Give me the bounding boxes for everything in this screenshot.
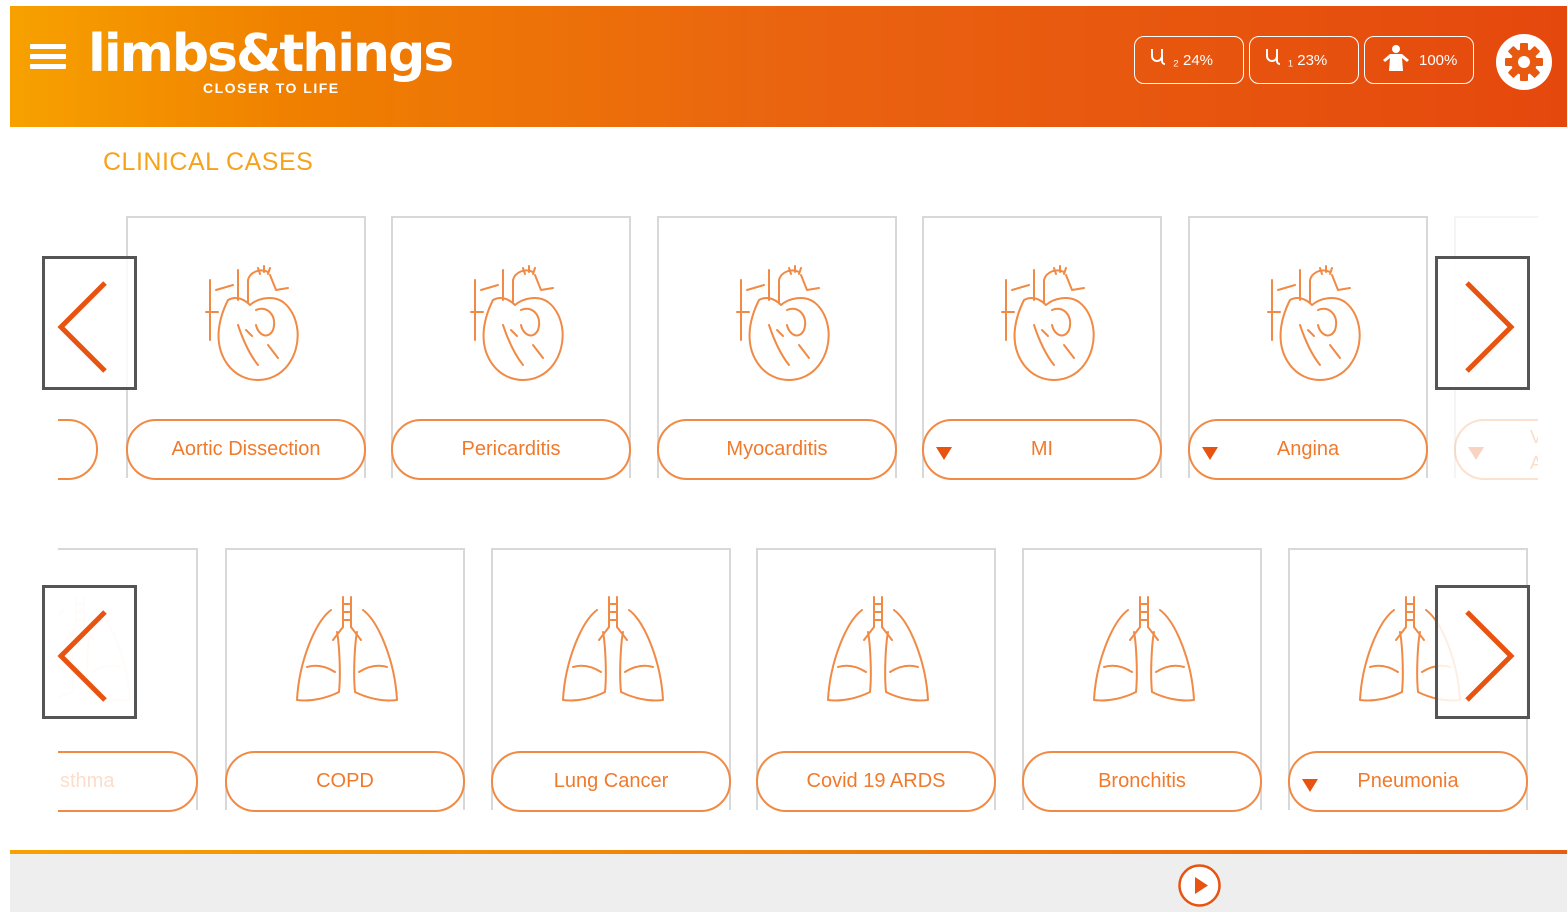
row1-prev-button[interactable] xyxy=(42,256,137,390)
row1-next-button[interactable] xyxy=(1435,256,1530,390)
lungs-icon xyxy=(287,592,407,722)
chevron-right-icon xyxy=(1465,281,1515,373)
play-icon[interactable] xyxy=(1177,863,1222,908)
respiratory-cases-carousel: sthma COPD Lung Cancer Covid 19 ARDS Bro… xyxy=(58,540,1538,830)
case-button-lung-cancer[interactable]: Lung Cancer xyxy=(491,751,731,812)
expand-triangle-icon xyxy=(1202,447,1218,460)
row2-prev-button[interactable] xyxy=(42,585,137,719)
case-button-partial-left[interactable]: sthma xyxy=(58,751,198,812)
heart-icon xyxy=(719,260,839,390)
app-header: limbs&things CLOSER TO LIFE ₂ 24% ₁ 23% … xyxy=(10,6,1567,127)
case-button-angina[interactable]: Angina xyxy=(1188,419,1428,480)
section-title: CLINICAL CASES xyxy=(103,148,314,176)
expand-triangle-icon xyxy=(1302,779,1318,792)
case-label-partial-left: sthma xyxy=(60,770,115,792)
chevron-left-icon xyxy=(57,610,107,702)
partial-case-left[interactable] xyxy=(58,419,98,480)
case-button-bronchitis[interactable]: Bronchitis xyxy=(1022,751,1262,812)
logo-tagline: CLOSER TO LIFE xyxy=(203,80,340,96)
stethoscope-2-status[interactable]: ₂ 24% xyxy=(1134,36,1244,84)
case-button-myocarditis[interactable]: Myocarditis xyxy=(657,419,897,480)
lungs-icon xyxy=(553,592,673,722)
patient-status[interactable]: 100% xyxy=(1364,36,1474,84)
stethoscope-1-status[interactable]: ₁ 23% xyxy=(1249,36,1359,84)
hamburger-menu-icon[interactable] xyxy=(30,44,66,74)
heart-icon xyxy=(453,260,573,390)
expand-triangle-icon xyxy=(1468,447,1484,460)
stethoscope-icon xyxy=(1149,47,1167,74)
stethoscope-1-value: ₁ 23% xyxy=(1288,51,1328,69)
case-button-aortic-dissection[interactable]: Aortic Dissection xyxy=(126,419,366,480)
chevron-left-icon xyxy=(57,281,107,373)
logo-main-text: limbs&things xyxy=(88,24,454,84)
heart-icon xyxy=(188,260,308,390)
patient-value: 100% xyxy=(1419,51,1458,69)
heart-icon xyxy=(984,260,1104,390)
case-button-covid-19-ards[interactable]: Covid 19 ARDS xyxy=(756,751,996,812)
body-icon xyxy=(1379,44,1413,77)
lungs-icon xyxy=(818,592,938,722)
settings-gear-icon[interactable] xyxy=(1494,32,1554,92)
case-button-pneumonia[interactable]: Pneumonia xyxy=(1288,751,1528,812)
case-button-mi[interactable]: MI xyxy=(922,419,1162,480)
case-label-partial-right: V A xyxy=(1529,426,1538,473)
case-button-partial-right[interactable]: V A xyxy=(1454,419,1538,480)
case-label-pneumonia: Pneumonia xyxy=(1357,770,1459,792)
heart-icon xyxy=(1250,260,1370,390)
stethoscope-2-value: ₂ 24% xyxy=(1173,51,1214,69)
case-label-mi: MI xyxy=(1030,438,1054,460)
cardiac-cases-carousel: Aortic Dissection Pericarditis Myocardit… xyxy=(58,208,1538,498)
expand-triangle-icon xyxy=(936,447,952,460)
brand-logo: limbs&things CLOSER TO LIFE xyxy=(88,24,454,96)
stethoscope-icon xyxy=(1264,47,1282,74)
chevron-right-icon xyxy=(1465,610,1515,702)
footer-bar xyxy=(10,854,1567,912)
case-button-copd[interactable]: COPD xyxy=(225,751,465,812)
lungs-icon xyxy=(1084,592,1204,722)
case-button-pericarditis[interactable]: Pericarditis xyxy=(391,419,631,480)
row2-next-button[interactable] xyxy=(1435,585,1530,719)
case-label-angina: Angina xyxy=(1276,438,1340,460)
